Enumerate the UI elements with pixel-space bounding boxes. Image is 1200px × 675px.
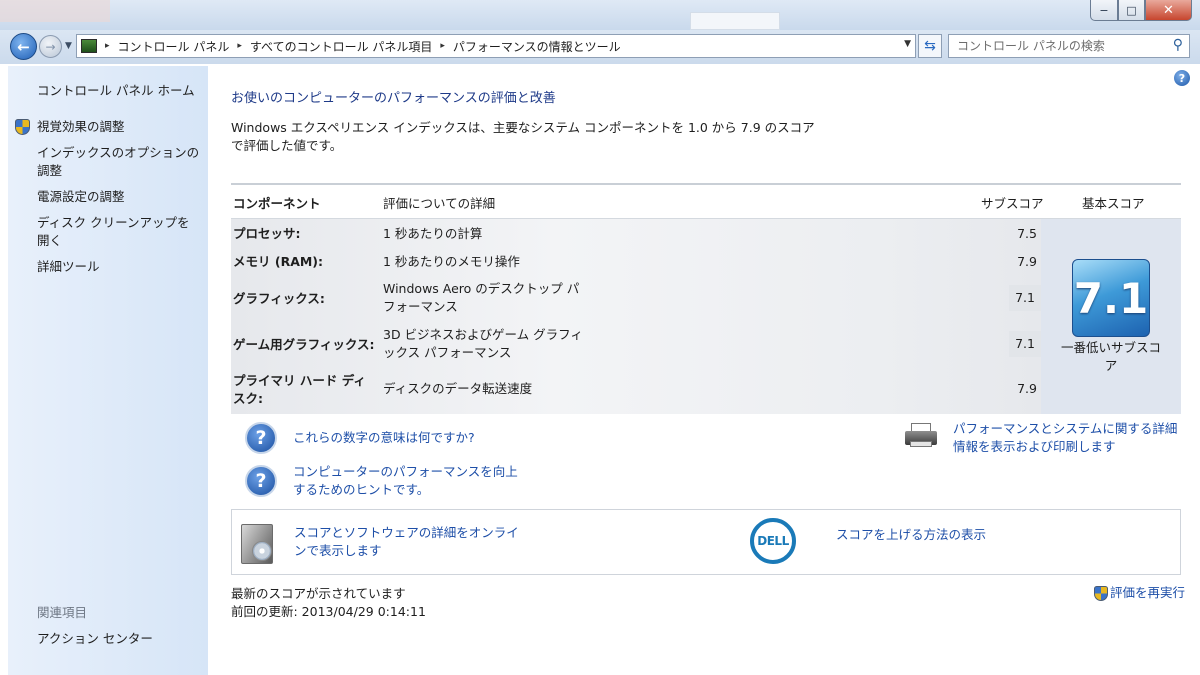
back-button[interactable]: ← xyxy=(10,33,37,60)
search-input[interactable] xyxy=(957,36,1167,56)
component-name: プロセッサ: xyxy=(233,226,301,241)
base-score-tile: 7.1 xyxy=(1072,259,1150,337)
header-detail: 評価についての詳細 xyxy=(383,196,496,211)
tips-link[interactable]: コンピューターのパフォーマンスを向上するためのヒントです。 xyxy=(293,463,523,499)
breadcrumb-control-panel[interactable]: コントロール パネル xyxy=(118,38,230,55)
address-dropdown-icon[interactable]: ▼ xyxy=(904,39,911,49)
base-score-column: 7.1 一番低いサブスコア xyxy=(1041,218,1181,414)
header-component: コンポーネント xyxy=(233,196,321,211)
header-subscore: サブスコア xyxy=(981,196,1044,211)
component-name: ゲーム用グラフィックス: xyxy=(233,337,375,352)
title-bar: − □ ✕ xyxy=(0,0,1200,30)
sidebar-item-power-settings[interactable]: 電源設定の調整 xyxy=(37,188,201,206)
help-icon[interactable]: ? xyxy=(1174,70,1190,86)
breadcrumb-all-items[interactable]: すべてのコントロール パネル項目 xyxy=(250,38,433,55)
print-details-link[interactable]: パフォーマンスとシステムに関する詳細情報を表示および印刷します xyxy=(953,420,1188,456)
component-detail: 1 秒あたりのメモリ操作 xyxy=(383,254,520,269)
component-detail: ディスクのデータ転送速度 xyxy=(383,381,533,396)
component-detail: Windows Aero のデスクトップ パフォーマンス xyxy=(383,281,580,314)
navigation-bar: ← → ▼ ▸ コントロール パネル ▸ すべてのコントロール パネル項目 ▸ … xyxy=(0,30,1200,64)
search-icon[interactable]: ⚲ xyxy=(1173,37,1183,53)
sidebar-item-advanced-tools[interactable]: 詳細ツール xyxy=(37,258,201,276)
related-heading: 関連項目 xyxy=(37,605,88,620)
dell-logo: DELL xyxy=(750,518,796,564)
background-window xyxy=(0,0,110,22)
breadcrumb-performance[interactable]: パフォーマンスの情報とツール xyxy=(453,38,621,55)
page-title: お使いのコンピューターのパフォーマンスの評価と改善 xyxy=(231,91,556,106)
component-detail: 1 秒あたりの計算 xyxy=(383,226,483,241)
rerun-link[interactable]: 評価を再実行 xyxy=(1110,584,1185,602)
meaning-link[interactable]: これらの数字の意味は何ですか? xyxy=(293,429,475,447)
last-updated-text: 前回の更新: 2013/04/29 0:14:11 xyxy=(231,604,426,619)
improve-score-link[interactable]: スコアを上げる方法の表示 xyxy=(836,526,986,544)
sidebar-item-indexing-options[interactable]: インデックスのオプションの調整 xyxy=(37,144,201,180)
address-bar[interactable]: ▸ コントロール パネル ▸ すべてのコントロール パネル項目 ▸ パフォーマン… xyxy=(76,34,916,58)
forward-button[interactable]: → xyxy=(39,35,62,58)
software-box-icon xyxy=(241,524,273,564)
status-text: 最新のスコアが示されています xyxy=(231,586,406,601)
breadcrumb-separator[interactable]: ▸ xyxy=(105,41,110,51)
refresh-icon: ⇆ xyxy=(924,38,936,54)
background-window xyxy=(690,12,780,30)
sidebar-item-visual-effects[interactable]: 視覚効果の調整 xyxy=(37,118,201,136)
component-detail: 3D ビジネスおよびゲーム グラフィックス パフォーマンス xyxy=(383,327,583,360)
maximize-button[interactable]: □ xyxy=(1118,0,1145,21)
printer-icon xyxy=(905,423,939,449)
question-icon: ? xyxy=(245,465,277,497)
subscore-value: 7.9 xyxy=(1017,381,1037,396)
component-name: グラフィックス: xyxy=(233,291,325,306)
uac-shield-icon xyxy=(1094,585,1108,601)
control-panel-icon xyxy=(81,39,97,53)
arrow-left-icon: ← xyxy=(17,37,30,56)
task-pane: コントロール パネル ホーム 視覚効果の調整 インデックスのオプションの調整 電… xyxy=(8,66,208,675)
online-details-link[interactable]: スコアとソフトウェアの詳細をオンラインで表示します xyxy=(294,524,524,560)
uac-shield-icon xyxy=(15,119,30,135)
arrow-right-icon: → xyxy=(45,39,56,54)
subscore-value: 7.5 xyxy=(1017,226,1037,241)
subscore-value: 7.9 xyxy=(1017,254,1037,269)
subscore-value: 7.1 xyxy=(1009,331,1041,357)
action-center-link[interactable]: アクション センター xyxy=(37,628,153,647)
chevron-down-icon: ▼ xyxy=(65,41,72,51)
search-box[interactable]: ⚲ xyxy=(948,34,1190,58)
component-name: メモリ (RAM): xyxy=(233,254,324,269)
subscore-value: 7.1 xyxy=(1009,285,1041,311)
intro-text: Windows エクスペリエンス インデックスは、主要なシステム コンポーネント… xyxy=(231,120,815,153)
control-panel-home-link[interactable]: コントロール パネル ホーム xyxy=(37,82,201,100)
component-name: プライマリ ハード ディスク: xyxy=(233,373,366,406)
sidebar-item-disk-cleanup[interactable]: ディスク クリーンアップを開く xyxy=(37,214,201,250)
breadcrumb-separator[interactable]: ▸ xyxy=(440,41,445,51)
main-content: ? お使いのコンピューターのパフォーマンスの評価と改善 Windows エクスペ… xyxy=(208,66,1200,675)
close-button[interactable]: ✕ xyxy=(1145,0,1192,21)
rerun-assessment[interactable]: 評価を再実行 xyxy=(1094,584,1185,602)
history-dropdown[interactable]: ▼ xyxy=(65,41,72,51)
score-table: コンポーネント 評価についての詳細 サブスコア 基本スコア プロセッサ: 1 秒… xyxy=(231,183,1181,414)
refresh-button[interactable]: ⇆ xyxy=(918,34,942,58)
minimize-button[interactable]: − xyxy=(1090,0,1118,21)
promo-box: スコアとソフトウェアの詳細をオンラインで表示します DELL スコアを上げる方法… xyxy=(231,509,1181,575)
score-rows: プロセッサ: 1 秒あたりの計算 7.5 メモリ (RAM): 1 秒あたりのメ… xyxy=(231,218,1041,414)
question-icon: ? xyxy=(245,422,277,454)
base-score-label: 一番低いサブスコア xyxy=(1061,340,1162,373)
breadcrumb-separator[interactable]: ▸ xyxy=(237,41,242,51)
header-basescore: 基本スコア xyxy=(1082,196,1145,211)
